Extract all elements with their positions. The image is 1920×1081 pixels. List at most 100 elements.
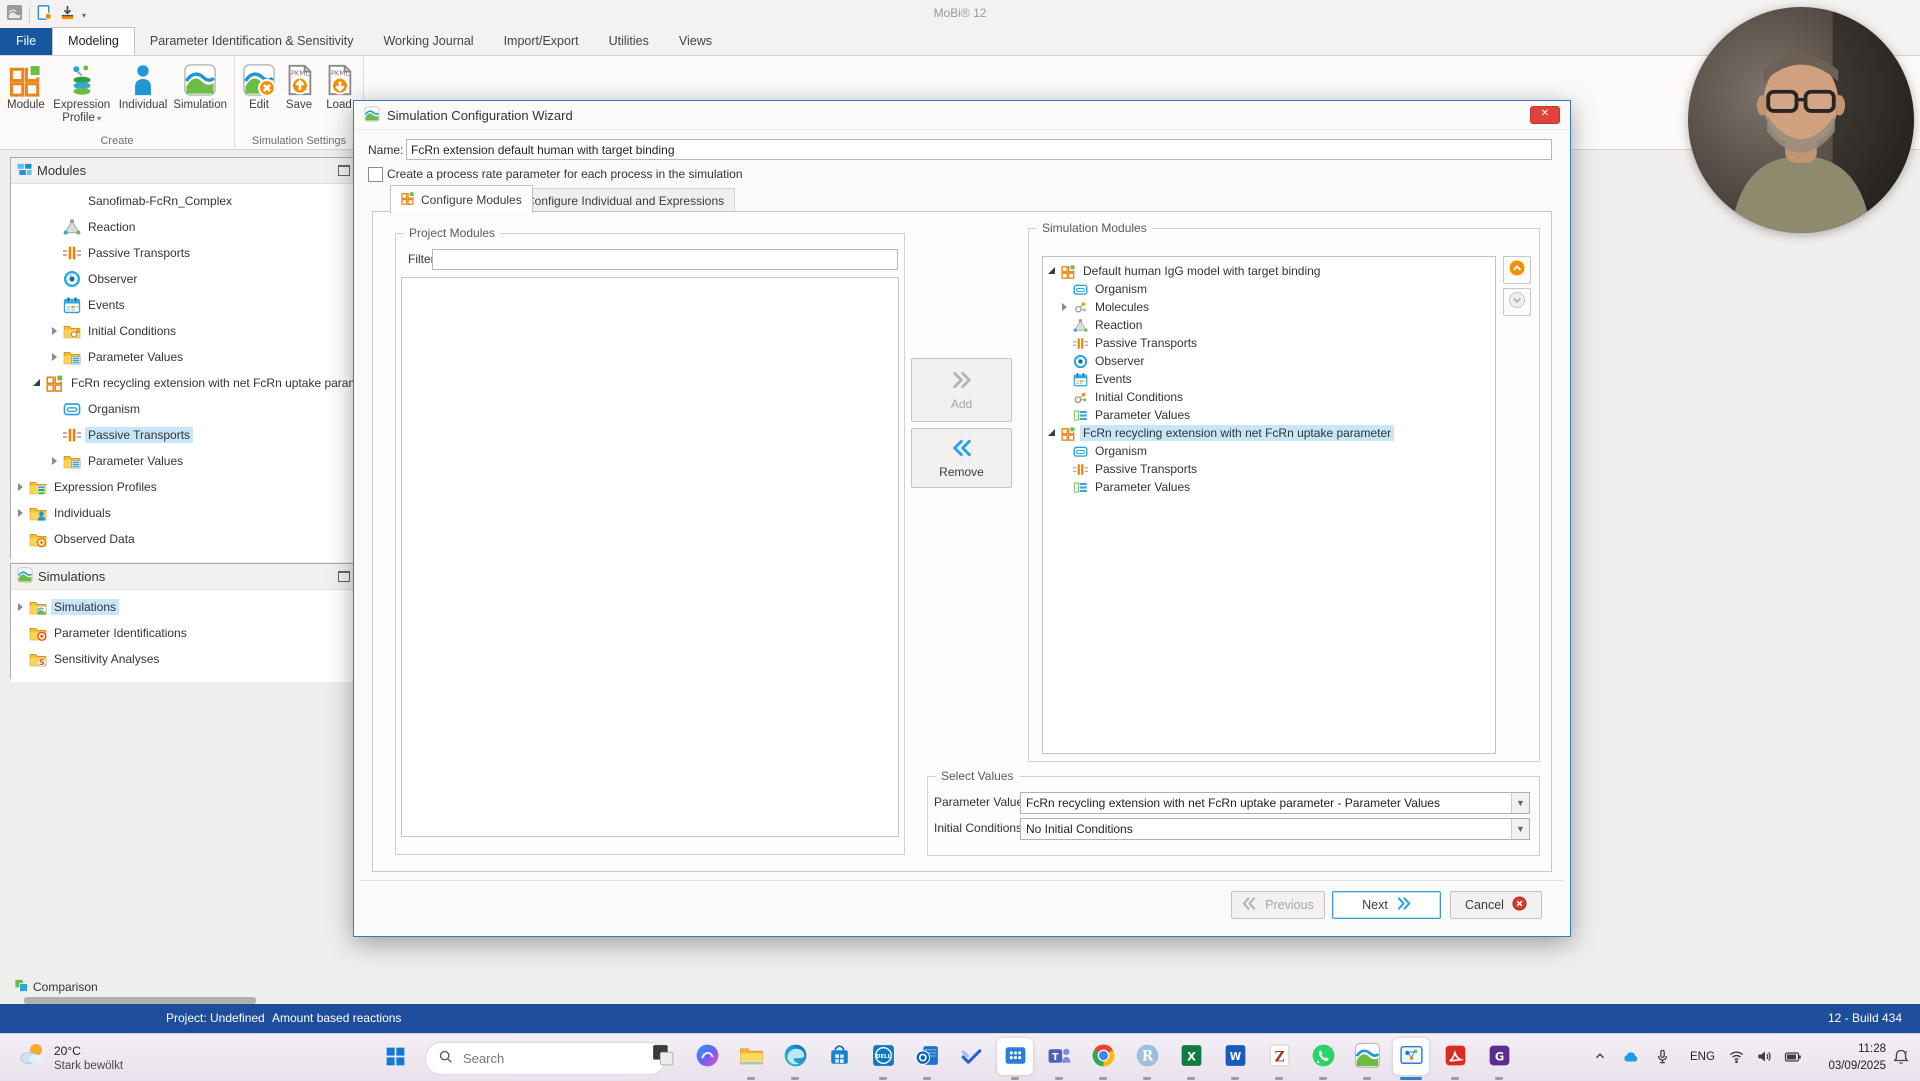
tree-item-parameter-values[interactable]: Parameter Values [1043, 406, 1495, 424]
start-button[interactable] [384, 1045, 407, 1073]
taskbar-app-whatsapp[interactable] [1301, 1034, 1345, 1081]
tree-expander-icon[interactable] [15, 507, 27, 519]
taskbar-app-microsoft-store[interactable] [817, 1034, 861, 1081]
taskbar-app-outlook[interactable] [905, 1034, 949, 1081]
search-input[interactable] [461, 1050, 605, 1067]
tree-item-sanofimab-fcrn-complex[interactable]: Sanofimab-FcRn_Complex [11, 188, 356, 214]
tree-item-simulations[interactable]: Simulations [11, 594, 356, 620]
tree-item-parameter-values[interactable]: Parameter Values [11, 448, 356, 474]
tree-expander-icon[interactable] [1059, 301, 1071, 313]
taskbar-app-copilot[interactable] [685, 1034, 729, 1081]
panel-minimize-icon[interactable] [338, 571, 350, 582]
tree-expander-icon[interactable] [49, 351, 61, 363]
comparison-tab[interactable]: Comparison [14, 978, 98, 996]
tree-item-observed-data[interactable]: Observed Data [11, 526, 356, 552]
tree-item-passive-transports[interactable]: Passive Transports [11, 422, 356, 448]
ribbon-button-expression-profile[interactable]: Expression Profile [48, 59, 116, 127]
wifi-icon[interactable] [1728, 1048, 1745, 1070]
move-up-button[interactable] [1503, 256, 1531, 284]
tree-item-organism[interactable]: Organism [11, 396, 356, 422]
taskbar-app-excel[interactable]: X [1169, 1034, 1213, 1081]
modules-panel-header[interactable]: Modules [11, 158, 356, 184]
tree-item-expression-profiles[interactable]: Expression Profiles [11, 474, 356, 500]
ribbon-tab-utilities[interactable]: Utilities [594, 28, 664, 55]
taskbar-app-word[interactable]: W [1213, 1034, 1257, 1081]
chevron-down-icon[interactable]: ▼ [1511, 819, 1529, 839]
weather-widget[interactable]: 20°C Stark bewölkt [16, 1039, 123, 1076]
chevron-down-icon[interactable]: ▼ [1511, 793, 1529, 813]
tree-item-observer[interactable]: Observer [1043, 352, 1495, 370]
onedrive-icon[interactable] [1622, 1048, 1640, 1071]
process-rate-checkbox[interactable] [368, 167, 383, 182]
clock[interactable]: 11:28 03/09/2025 [1828, 1041, 1886, 1074]
project-modules-list[interactable] [401, 277, 899, 837]
taskbar-app-todo[interactable] [949, 1034, 993, 1081]
notification-bell-icon[interactable]: z [1892, 1048, 1910, 1071]
tree-item-molecules[interactable]: Molecules [1043, 298, 1495, 316]
tree-item-reaction[interactable]: Reaction [11, 214, 356, 240]
open-project-icon[interactable] [36, 4, 53, 26]
next-button[interactable]: Next [1332, 891, 1441, 919]
tree-item-organism[interactable]: Organism [1043, 442, 1495, 460]
import-icon[interactable] [59, 4, 76, 26]
tree-item-sensitivity-analyses[interactable]: S Sensitivity Analyses [11, 646, 356, 672]
ribbon-tab-file[interactable]: File [0, 28, 53, 55]
ribbon-tab-parameter-identification-sensitivity[interactable]: Parameter Identification & Sensitivity [135, 28, 369, 55]
simulations-panel-header[interactable]: Simulations [11, 564, 356, 590]
tree-item-passive-transports[interactable]: Passive Transports [1043, 460, 1495, 478]
tree-item-reaction[interactable]: Reaction [1043, 316, 1495, 334]
panel-minimize-icon[interactable] [338, 165, 350, 176]
ribbon-tab-views[interactable]: Views [664, 28, 727, 55]
taskbar-app-mobi[interactable] [1345, 1034, 1389, 1081]
tree-item-initial-conditions[interactable]: Initial Conditions [1043, 388, 1495, 406]
tree-item-default-human-igg-model-with-target-bind[interactable]: Default human IgG model with target bind… [1043, 262, 1495, 280]
ribbon-tab-modeling[interactable]: Modeling [52, 27, 135, 55]
tree-item-initial-conditions[interactable]: Initial Conditions [11, 318, 356, 344]
tree-item-parameter-values[interactable]: Parameter Values [1043, 478, 1495, 496]
remove-button[interactable]: Remove [911, 428, 1012, 488]
tree-item-fcrn-recycling-extension-with-net-fcrn-u[interactable]: FcRn recycling extension with net FcRn u… [11, 370, 356, 396]
tree-item-fcrn-recycling-extension-with-net-fcrn-u[interactable]: FcRn recycling extension with net FcRn u… [1043, 424, 1495, 442]
tree-item-observer[interactable]: Observer [11, 266, 356, 292]
taskbar-app-edge[interactable] [773, 1034, 817, 1081]
taskbar-app-file-explorer[interactable] [729, 1034, 773, 1081]
taskbar-app-dell[interactable]: DELL [861, 1034, 905, 1081]
tree-expander-icon[interactable] [32, 377, 44, 389]
tree-expander-icon[interactable] [49, 325, 61, 337]
tree-item-individuals[interactable]: Individuals [11, 500, 356, 526]
taskbar-app-dots-app[interactable] [993, 1034, 1037, 1081]
taskbar-app-teams[interactable]: T [1037, 1034, 1081, 1081]
tray-expand-chevron-icon[interactable] [1592, 1048, 1608, 1069]
tree-item-organism[interactable]: Organism [1043, 280, 1495, 298]
parameter-values-dropdown[interactable]: FcRn recycling extension with net FcRn u… [1020, 792, 1530, 814]
battery-icon[interactable] [1784, 1048, 1802, 1071]
ribbon-button-individual[interactable]: Individual [116, 59, 171, 114]
move-down-button[interactable] [1503, 288, 1531, 316]
customize-qat-chevron-icon[interactable]: ▾ [82, 11, 86, 20]
tree-expander-icon[interactable] [49, 455, 61, 467]
tree-expander-icon[interactable] [1047, 427, 1059, 439]
add-button[interactable]: Add [911, 358, 1012, 422]
taskbar-app-r[interactable]: R [1125, 1034, 1169, 1081]
taskbar-app-zotero[interactable]: Z [1257, 1034, 1301, 1081]
taskbar-app-mobi-active[interactable] [1389, 1034, 1433, 1081]
search-box[interactable] [425, 1042, 666, 1075]
horizontal-scrollbar-thumb[interactable] [24, 997, 256, 1004]
tree-item-parameter-identifications[interactable]: Parameter Identifications [11, 620, 356, 646]
tree-item-events[interactable]: Events [11, 292, 356, 318]
tree-item-parameter-values[interactable]: Parameter Values [11, 344, 356, 370]
ribbon-tab-working-journal[interactable]: Working Journal [368, 28, 488, 55]
ribbon-button-simulation[interactable]: Simulation [170, 59, 230, 114]
language-indicator[interactable]: ENG [1690, 1051, 1715, 1063]
tree-item-events[interactable]: Events [1043, 370, 1495, 388]
simulation-modules-tree[interactable]: Default human IgG model with target bind… [1042, 256, 1496, 754]
ribbon-button-edit[interactable]: Edit [239, 59, 279, 114]
cancel-button[interactable]: Cancel [1450, 891, 1542, 919]
taskbar-app-chrome[interactable] [1081, 1034, 1125, 1081]
tab-configure-modules[interactable]: Configure Modules [390, 185, 533, 213]
taskbar-app-acrobat[interactable] [1433, 1034, 1477, 1081]
microphone-icon[interactable] [1654, 1048, 1671, 1070]
speaker-icon[interactable] [1756, 1048, 1773, 1070]
previous-button[interactable]: Previous [1231, 891, 1325, 919]
name-input[interactable] [406, 139, 1552, 160]
